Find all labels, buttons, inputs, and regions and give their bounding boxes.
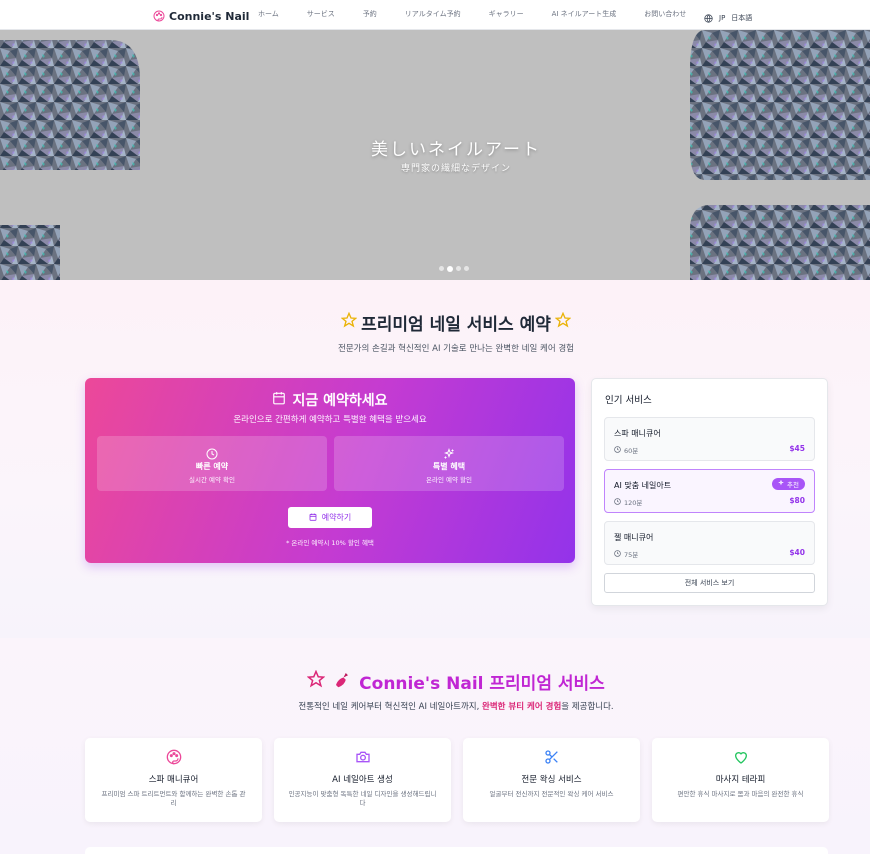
carousel-dots [439, 266, 469, 272]
feature-title: 특별 혜택 [432, 462, 466, 471]
booking-section-title: 프리미엄 네일 서비스 예약 [0, 310, 870, 335]
palette-icon [85, 749, 262, 765]
service-card-waxing[interactable]: 전문 왁싱 서비스 얼굴부터 전신까지 전문적인 왁싱 케어 서비스 [463, 738, 640, 822]
clock-icon [614, 549, 621, 559]
feature-desc: 실시간 예약 확인 [189, 476, 235, 484]
feature-special-benefit: 특별 혜택 온라인 예약 할인 [334, 436, 564, 491]
hero-carousel[interactable]: 美しいネイルアート 専門家の繊細なデザイン [0, 30, 870, 280]
service-card-spa-manicure[interactable]: 스파 매니큐어 프리미엄 스파 트리트먼트와 함께하는 완벽한 손톱 관리 [85, 738, 262, 822]
star-icon [554, 311, 572, 333]
service-price: $45 [789, 444, 805, 453]
popular-services-title: 인기 서비스 [605, 395, 652, 406]
service-item-spa-manicure[interactable]: 스파 매니큐어 60분 $45 [604, 417, 815, 461]
feature-fast-booking: 빠른 예약 실시간 예약 확인 [97, 436, 327, 491]
service-duration-text: 60분 [624, 447, 639, 455]
sparkles-icon [334, 445, 564, 459]
star-icon [340, 311, 358, 333]
clock-icon [97, 445, 327, 460]
carousel-dot-3[interactable] [456, 266, 461, 271]
nav-link-contact[interactable]: お問い合わせ [644, 9, 686, 19]
nail-polish-icon [333, 670, 351, 693]
feature-title: 빠른 예약 [195, 462, 229, 471]
service-duration: 60분 [614, 445, 638, 455]
recommended-badge: 추천 [772, 478, 805, 490]
top-navbar: Connie's Nail ホーム サービス 予約 リアルタイム予約 ギャラリー… [0, 0, 870, 30]
booking-card-title: 지금 예약하세요 [85, 390, 575, 410]
premium-section-subtitle: 전통적인 네일 케어부터 혁신적인 AI 네일아트까지, 완벽한 뷰티 케어 경… [0, 700, 870, 712]
service-card-desc: 편안한 휴식 마사지로 몸과 마음의 완전한 휴식 [677, 790, 804, 798]
hero-subtitle: 専門家の繊細なデザイン [400, 164, 511, 174]
star-icon [306, 669, 326, 693]
scissors-icon [463, 749, 640, 765]
feature-desc: 온라인 예약 할인 [426, 476, 472, 484]
service-price: $40 [789, 548, 805, 557]
globe-icon [704, 8, 713, 27]
booking-cta-card: 지금 예약하세요 온라인으로 간편하게 예약하고 특별한 혜택을 받으세요 빠른… [85, 378, 575, 563]
clock-icon [614, 497, 621, 507]
service-card-desc: 프리미엄 스파 트리트먼트와 함께하는 완벽한 손톱 관리 [101, 790, 246, 807]
booking-discount-note: * 온라인 예약시 10% 할인 혜택 [286, 539, 374, 547]
booking-section: 프리미엄 네일 서비스 예약 전문가의 손길과 혁신적인 AI 기술로 만나는 … [0, 280, 870, 638]
service-name: 스파 매니큐어 [614, 429, 661, 438]
view-all-services-button[interactable]: 전체 서비스 보기 [604, 573, 815, 593]
subtitle-highlight: 완벽한 뷰티 케어 경험 [482, 702, 562, 712]
language-selector[interactable]: JP 日本語 [704, 8, 752, 27]
service-item-ai-nail-art[interactable]: AI 맞춤 네일아트 추천 120분 $80 [604, 469, 815, 513]
nav-link-realtime-booking[interactable]: リアルタイム予約 [405, 9, 461, 19]
language-code: JP [719, 13, 726, 22]
calendar-icon [272, 391, 286, 409]
premium-section-title: Connie's Nail 프리미엄 서비스 [0, 669, 870, 694]
book-now-label: 예약하기 [321, 513, 352, 522]
service-card-title: 마사지 테라피 [715, 775, 766, 785]
language-label: 日本語 [731, 13, 753, 22]
service-duration-text: 120분 [624, 499, 643, 507]
service-card-title: AI 네일아트 생성 [332, 775, 393, 785]
premium-title-text: Connie's Nail 프리미엄 서비스 [359, 674, 605, 694]
subtitle-text: 을 제공합니다. [561, 702, 614, 712]
subtitle-text: 전통적인 네일 케어부터 혁신적인 AI 네일아트까지, [298, 702, 483, 712]
nav-link-services[interactable]: サービス [307, 9, 335, 19]
booking-card-title-text: 지금 예약하세요 [292, 393, 388, 409]
booking-section-subtitle: 전문가의 손길과 혁신적인 AI 기술로 만나는 완벽한 네일 케어 경험 [338, 344, 574, 354]
service-duration-text: 75분 [624, 551, 639, 559]
booking-card-subtitle: 온라인으로 간편하게 예약하고 특별한 혜택을 받으세요 [233, 415, 427, 425]
palette-icon [153, 7, 165, 26]
carousel-dot-1[interactable] [439, 266, 444, 271]
sparkles-icon [778, 479, 784, 488]
next-content-card [85, 847, 828, 854]
service-card-ai-nail-art[interactable]: AI 네일아트 생성 인공지능이 맞춤형 독특한 네일 디자인을 생성해드립니다 [274, 738, 451, 822]
nav-link-gallery[interactable]: ギャラリー [489, 9, 524, 19]
premium-services-section: Connie's Nail 프리미엄 서비스 전통적인 네일 케어부터 혁신적인… [0, 638, 870, 854]
service-card-desc: 인공지능이 맞춤형 독특한 네일 디자인을 생성해드립니다 [288, 790, 437, 807]
service-name: 젤 매니큐어 [614, 533, 654, 542]
service-card-title: 스파 매니큐어 [148, 775, 199, 785]
calendar-icon [309, 513, 317, 523]
hero-title: 美しいネイルアート [371, 140, 541, 160]
book-now-button[interactable]: 예약하기 [288, 507, 372, 528]
nav-link-home[interactable]: ホーム [258, 9, 279, 19]
nav-link-booking[interactable]: 予約 [363, 9, 377, 19]
nav-link-ai-nail-art[interactable]: AI ネイルアート生成 [552, 9, 617, 19]
service-name: AI 맞춤 네일아트 [614, 481, 672, 490]
brand-name: Connie's Nail [169, 10, 250, 23]
service-duration: 75분 [614, 549, 638, 559]
camera-icon [274, 749, 451, 765]
popular-services-card: 인기 서비스 스파 매니큐어 60분 $45 AI 맞춤 네일아트 추천 120… [591, 378, 828, 606]
service-item-gel-manicure[interactable]: 젤 매니큐어 75분 $40 [604, 521, 815, 565]
service-card-desc: 얼굴부터 전신까지 전문적인 왁싱 케어 서비스 [489, 790, 614, 798]
carousel-dot-4[interactable] [464, 266, 469, 271]
brand-logo[interactable]: Connie's Nail [153, 7, 249, 26]
booking-title-text: 프리미엄 네일 서비스 예약 [361, 315, 551, 335]
service-card-massage[interactable]: 마사지 테라피 편안한 휴식 마사지로 몸과 마음의 완전한 휴식 [652, 738, 829, 822]
service-card-title: 전문 왁싱 서비스 [521, 775, 582, 785]
service-price: $80 [789, 496, 805, 505]
heart-icon [652, 749, 829, 765]
badge-text: 추천 [787, 481, 799, 489]
carousel-dot-2[interactable] [447, 266, 453, 272]
nav-links: ホーム サービス 予約 リアルタイム予約 ギャラリー AI ネイルアート生成 お… [258, 9, 714, 19]
service-duration: 120분 [614, 497, 642, 507]
clock-icon [614, 445, 621, 455]
